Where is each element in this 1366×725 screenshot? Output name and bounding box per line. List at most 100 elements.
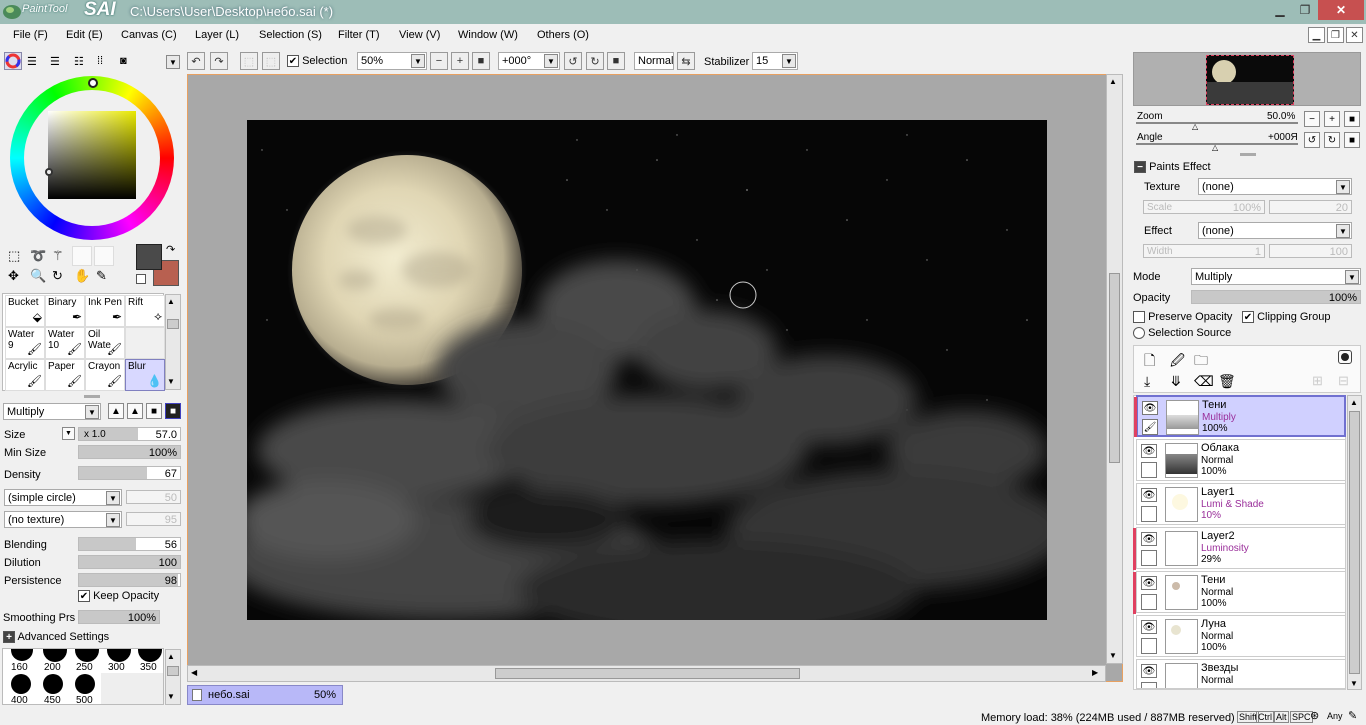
nav-rotate-reset-button[interactable]: ■ bbox=[1344, 132, 1360, 148]
scroll-up-icon[interactable]: ▲ bbox=[1350, 398, 1358, 407]
eye-icon[interactable]: 👁 bbox=[1141, 488, 1157, 502]
menu-others[interactable]: Others (O) bbox=[537, 29, 589, 41]
layer-lock-box[interactable] bbox=[1141, 682, 1157, 688]
density-slider[interactable]: 67 bbox=[78, 466, 181, 480]
size-preset-label[interactable]: 350 bbox=[140, 662, 157, 673]
effect-dropdown[interactable]: (none) ▼ bbox=[1198, 222, 1352, 239]
lasso-icon[interactable]: ➰ bbox=[30, 248, 46, 264]
advanced-settings-row[interactable]: + Advanced Settings bbox=[3, 631, 109, 644]
move-icon[interactable]: ✥ bbox=[8, 268, 19, 284]
canvas-hscrollbar[interactable]: ◀ ▶ bbox=[187, 665, 1106, 682]
slider-handle-icon[interactable]: △ bbox=[1192, 122, 1198, 131]
brush-slot[interactable]: Oil Wate 🖌 bbox=[85, 327, 125, 359]
nav-zoom-slider[interactable] bbox=[1136, 122, 1298, 124]
scroll-down-icon[interactable]: ▼ bbox=[1350, 679, 1358, 688]
palette-tab-icon[interactable]: ⁞⁞ bbox=[97, 55, 103, 67]
layer-lock-box[interactable] bbox=[1141, 550, 1157, 566]
size-mult-dropdown[interactable]: ▼ bbox=[62, 427, 75, 440]
nav-rotate-right-button[interactable]: ↻ bbox=[1324, 132, 1340, 148]
layer-mode-dropdown[interactable]: Multiply ▼ bbox=[1191, 268, 1361, 285]
layer-lock-box[interactable] bbox=[1141, 506, 1157, 522]
scroll-left-icon[interactable]: ◀ bbox=[191, 668, 197, 677]
width-slider[interactable]: Width 1 bbox=[1143, 244, 1265, 258]
brush-shape-hard-icon[interactable]: ■ bbox=[146, 403, 162, 419]
brush-slot[interactable]: Water 9 🖌 bbox=[5, 327, 45, 359]
layer-lock-box[interactable] bbox=[1141, 638, 1157, 654]
scroll-up-icon[interactable]: ▲ bbox=[167, 652, 175, 661]
saturation-value-square[interactable] bbox=[48, 111, 136, 199]
mdi-restore-button[interactable]: ❐ bbox=[1327, 27, 1344, 43]
stabilizer-dropdown[interactable]: 15 ▼ bbox=[752, 52, 798, 70]
color-wheel-tab[interactable] bbox=[4, 52, 22, 70]
close-button[interactable]: ✕ bbox=[1318, 0, 1364, 20]
swatch-tab-icon[interactable]: ☷ bbox=[74, 55, 84, 68]
brush-slot[interactable]: Paper 🖌 bbox=[45, 359, 85, 391]
nav-rotate-left-button[interactable]: ↺ bbox=[1304, 132, 1320, 148]
scroll-down-icon[interactable]: ▼ bbox=[167, 692, 175, 701]
brush-slot[interactable]: Crayon 🖌 bbox=[85, 359, 125, 391]
new-linework-layer-icon[interactable]: 🖉 bbox=[1170, 350, 1185, 374]
preserve-opacity-checkbox[interactable] bbox=[1133, 311, 1145, 324]
brush-texture-dropdown[interactable]: (no texture) ▼ bbox=[4, 511, 122, 528]
size-preset-label[interactable]: 200 bbox=[44, 662, 61, 673]
hand-icon[interactable]: ✋ bbox=[74, 268, 90, 284]
eye-icon[interactable]: 👁 bbox=[1141, 576, 1157, 590]
nav-zoom-in-button[interactable]: + bbox=[1324, 111, 1340, 127]
menu-view[interactable]: View (V) bbox=[399, 29, 440, 41]
scroll-up-icon[interactable]: ▲ bbox=[167, 297, 175, 306]
scroll-down-icon[interactable]: ▼ bbox=[167, 377, 175, 386]
resize-grip[interactable] bbox=[84, 395, 100, 398]
eye-icon[interactable]: 👁 bbox=[1141, 664, 1157, 678]
magic-wand-icon[interactable]: ⚚ bbox=[52, 248, 64, 264]
brush-slot[interactable]: Ink Pen ✒ bbox=[85, 295, 125, 327]
hsv-slider-tab-icon[interactable]: ☰ bbox=[50, 55, 60, 68]
mdi-minimize-button[interactable]: ▁ bbox=[1308, 27, 1325, 43]
swap-colors-icon[interactable]: ↷ bbox=[166, 243, 175, 256]
transparent-color-icon[interactable] bbox=[136, 274, 146, 284]
size-preset-label[interactable]: 160 bbox=[11, 662, 28, 673]
scroll-right-icon[interactable]: ▶ bbox=[1092, 668, 1098, 677]
menu-filter[interactable]: Filter (T) bbox=[338, 29, 380, 41]
width-strength-slider[interactable]: 100 bbox=[1269, 244, 1352, 258]
deselect-button[interactable]: ⬚ bbox=[240, 52, 258, 70]
scroll-thumb[interactable] bbox=[1349, 411, 1360, 674]
size-preset-label[interactable]: 500 bbox=[76, 695, 93, 704]
brush-shape-dropdown[interactable]: (simple circle) ▼ bbox=[4, 489, 122, 506]
brush-slot[interactable]: Binary ✒ bbox=[45, 295, 85, 327]
merge-down-icon[interactable]: ⤋ bbox=[1170, 373, 1182, 390]
sv-cursor[interactable] bbox=[45, 168, 53, 176]
keep-opacity-checkbox[interactable]: ✔ bbox=[78, 590, 90, 603]
delete-mask-icon[interactable]: ⊟ bbox=[1338, 373, 1349, 389]
rotate-left-button[interactable]: ↺ bbox=[564, 52, 582, 70]
shape-strength-slider[interactable]: 50 bbox=[126, 490, 181, 504]
brush-blend-dropdown[interactable]: Multiply ▼ bbox=[3, 403, 101, 420]
redo-button[interactable]: ↷ bbox=[210, 52, 228, 70]
scroll-thumb[interactable] bbox=[167, 666, 179, 676]
scroll-thumb[interactable] bbox=[1109, 273, 1120, 463]
scroll-thumb[interactable] bbox=[495, 668, 800, 679]
paintbrush-icon[interactable]: 🖌 bbox=[1142, 419, 1158, 435]
view-mode-field[interactable]: Normal bbox=[634, 52, 674, 70]
scale-strength-slider[interactable]: 20 bbox=[1269, 200, 1352, 214]
zoom-icon[interactable]: 🔍 bbox=[30, 268, 46, 284]
apply-mask-icon[interactable]: ⊞ bbox=[1312, 373, 1323, 389]
brush-grid-scrollbar[interactable]: ▲ ▼ bbox=[165, 294, 181, 390]
selection-toggle[interactable]: ✔ Selection bbox=[287, 55, 347, 68]
eyedropper-icon[interactable]: ✎ bbox=[96, 268, 107, 284]
maximize-button[interactable]: ❐ bbox=[1290, 0, 1320, 20]
dilution-slider[interactable]: 100 bbox=[78, 555, 181, 569]
navigator-preview[interactable] bbox=[1133, 52, 1361, 106]
tool-slot-empty[interactable] bbox=[94, 246, 114, 266]
menu-window[interactable]: Window (W) bbox=[458, 29, 518, 41]
selection-source-radio[interactable] bbox=[1133, 327, 1145, 340]
brush-shape-medium-icon[interactable]: ▲ bbox=[127, 403, 143, 419]
smoothing-slider[interactable]: 100% bbox=[78, 610, 160, 624]
mdi-close-button[interactable]: ✕ bbox=[1346, 27, 1363, 43]
brush-slot-empty[interactable] bbox=[125, 327, 165, 359]
layer-row[interactable]: 👁 Луна Normal 100% bbox=[1136, 615, 1346, 657]
clear-layer-icon[interactable]: ⌫ bbox=[1194, 373, 1214, 390]
new-folder-icon[interactable]: 🗀 bbox=[1194, 350, 1208, 374]
eye-icon[interactable]: 👁 bbox=[1142, 401, 1158, 415]
paints-effect-header[interactable]: − Paints Effect bbox=[1134, 161, 1211, 174]
scratchpad-tab-icon[interactable]: ◙ bbox=[120, 55, 127, 67]
